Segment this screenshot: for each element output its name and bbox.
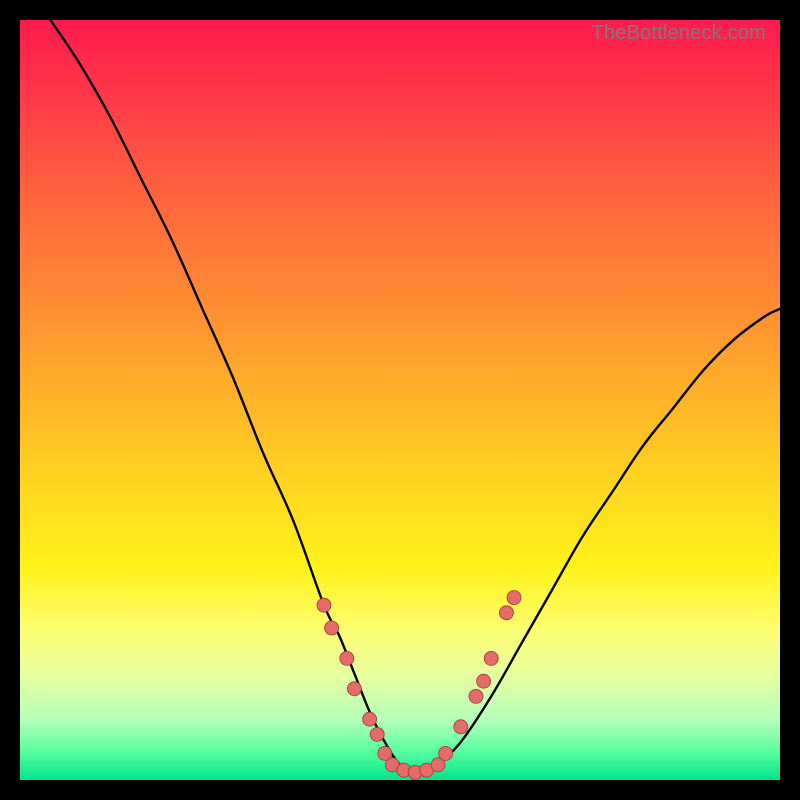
curve-dot xyxy=(499,606,513,620)
curve-markers xyxy=(317,591,521,780)
curve-dot xyxy=(439,746,453,760)
curve-dot xyxy=(370,727,384,741)
curve-dot xyxy=(477,674,491,688)
curve-dot xyxy=(507,591,521,605)
curve-dot xyxy=(347,682,361,696)
chart-frame: TheBottleneck.com xyxy=(0,0,800,800)
curve-dot xyxy=(469,689,483,703)
curve-dot xyxy=(454,720,468,734)
curve-dot xyxy=(363,712,377,726)
bottleneck-curve xyxy=(50,20,780,773)
plot-area: TheBottleneck.com xyxy=(20,20,780,780)
chart-svg xyxy=(20,20,780,780)
curve-dot xyxy=(317,598,331,612)
curve-dot xyxy=(325,621,339,635)
curve-dot xyxy=(484,651,498,665)
curve-dot xyxy=(340,651,354,665)
